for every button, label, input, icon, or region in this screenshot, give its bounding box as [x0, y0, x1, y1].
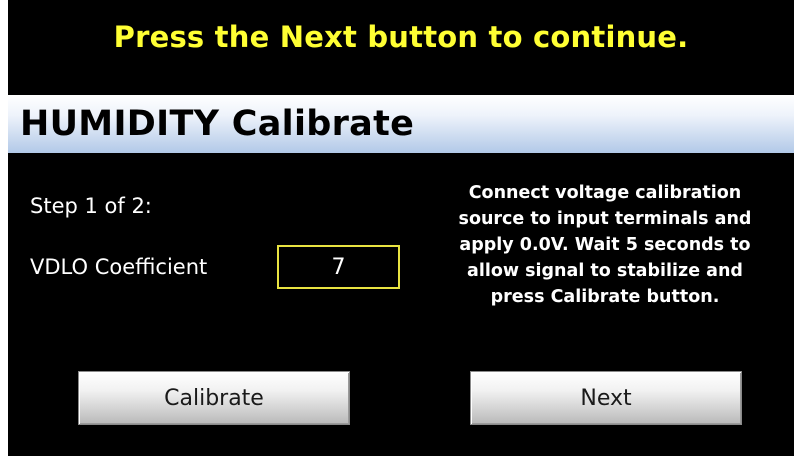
instruction-line: apply 0.0V. Wait 5 seconds to — [459, 235, 751, 255]
calibrate-button[interactable]: Calibrate — [78, 371, 350, 425]
coefficient-value-field[interactable]: 7 — [277, 245, 400, 289]
next-button-label: Next — [580, 385, 632, 411]
calibrate-button-label: Calibrate — [164, 385, 264, 411]
title-bar: HUMIDITY Calibrate — [8, 95, 794, 153]
page-title: HUMIDITY Calibrate — [20, 104, 415, 144]
instruction-banner: Press the Next button to continue. — [8, 0, 794, 82]
instruction-line: Connect voltage calibration — [468, 183, 742, 203]
coefficient-value: 7 — [331, 254, 346, 280]
step-indicator: Step 1 of 2: — [30, 194, 152, 218]
coefficient-label: VDLO Coefficient — [30, 255, 208, 279]
calibration-screen: Press the Next button to continue. HUMID… — [8, 0, 794, 456]
next-button[interactable]: Next — [470, 371, 742, 425]
instruction-line: source to input terminals and — [458, 209, 752, 229]
instruction-line: press Calibrate button. — [490, 287, 720, 307]
calibration-instructions: Connect voltage calibration source to in… — [440, 180, 770, 310]
banner-message: Press the Next button to continue. — [113, 20, 689, 54]
instruction-line: allow signal to stabilize and — [467, 261, 743, 281]
